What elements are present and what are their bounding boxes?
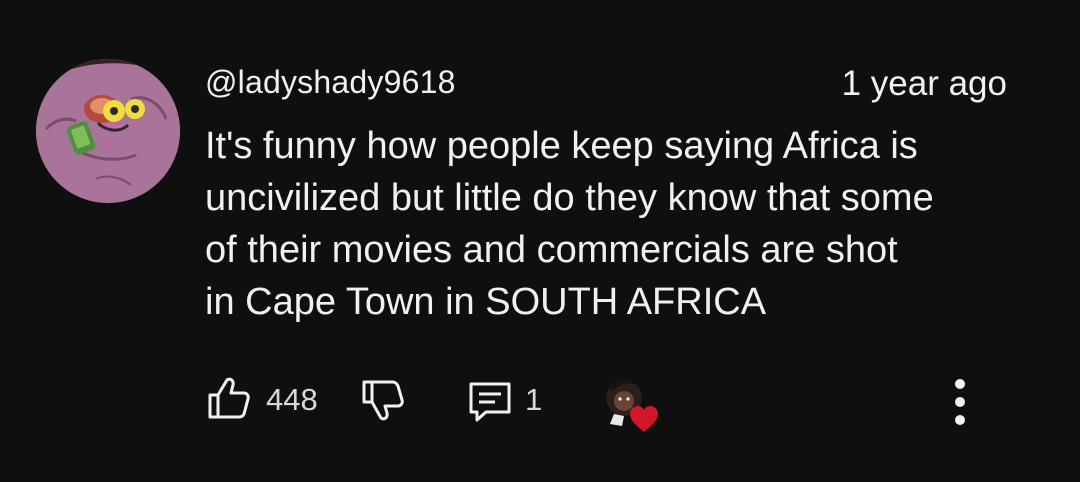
comment-text-line: in Cape Town in SOUTH AFRICA xyxy=(205,281,767,323)
comment-text-line: uncivilized but little do they know that… xyxy=(205,177,934,219)
creator-heart-badge xyxy=(606,380,658,432)
author-handle[interactable]: @ladyshady9618 xyxy=(205,64,456,101)
comment-text-line: of their movies and commercials are shot xyxy=(205,229,898,271)
comment-body: It's funny how people keep saying Africa… xyxy=(205,120,1045,328)
like-count: 448 xyxy=(266,382,318,417)
comment-thread: @ladyshady9618 1 year ago It's funny how… xyxy=(0,0,1080,482)
comment-text-line: It's funny how people keep saying Africa… xyxy=(205,125,918,167)
more-vertical-icon[interactable] xyxy=(944,374,976,430)
comment-timestamp[interactable]: 1 year ago xyxy=(842,64,1007,104)
author-avatar[interactable] xyxy=(36,59,180,203)
comment-action-bar: 448 1 xyxy=(0,370,1080,432)
thumbs-up-icon[interactable] xyxy=(206,375,252,421)
thumbs-down-icon[interactable] xyxy=(360,378,406,424)
avatar-cartoon-icon xyxy=(36,59,180,203)
reply-count: 1 xyxy=(525,382,543,417)
comment-reply-icon[interactable] xyxy=(466,380,514,424)
